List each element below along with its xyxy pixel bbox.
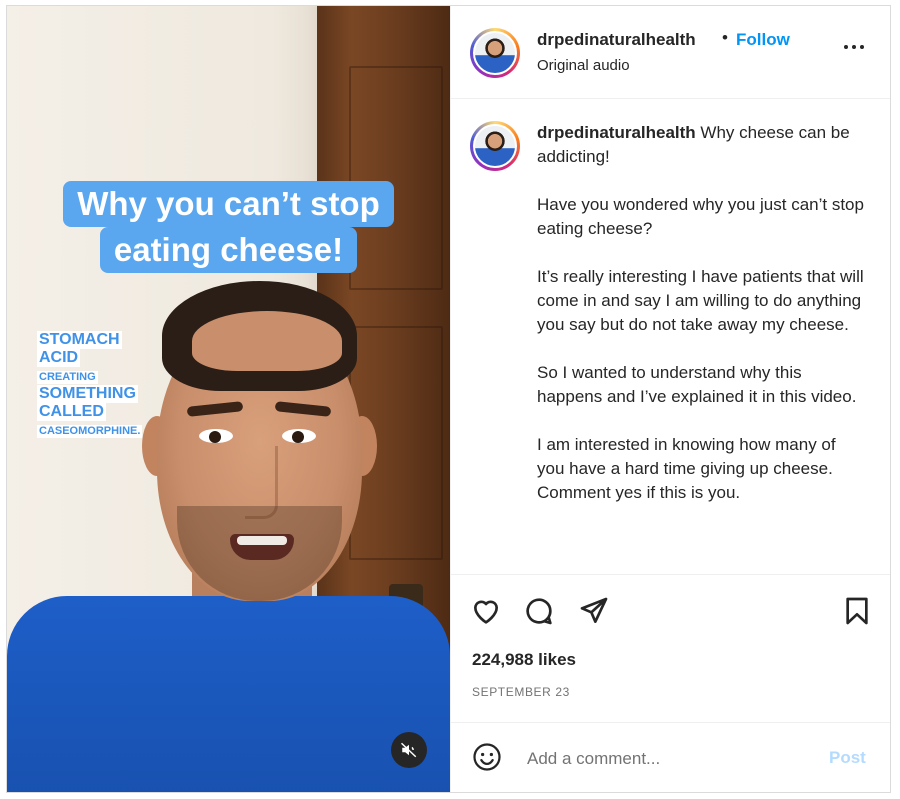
sticker-line-5: CALLED [37,403,106,421]
caption-username[interactable]: drpedinaturalhealth [537,123,696,142]
mute-button[interactable] [391,732,427,768]
sticker-line-6: CASEOMORPHINE. [37,425,143,438]
separator-dot: • [722,28,728,47]
caption-paragraph: I am interested in knowing how many of y… [537,435,836,502]
teeth [237,536,287,545]
heart-icon[interactable] [470,595,504,629]
comment-bar: Post [451,722,890,792]
caption-paragraph: It’s really interesting I have patients … [537,267,864,334]
likes-count[interactable]: 224,988 likes [472,650,576,670]
caption-paragraph: So I wanted to understand why this happe… [537,363,857,406]
forehead [192,311,342,371]
scrubs-shirt [7,596,450,792]
header-username[interactable]: drpedinaturalhealth [537,30,696,50]
text-sticker: STOMACH ACID CREATING SOMETHING CALLED C… [37,331,157,439]
video-caption-overlay: Why you can’t stop eating cheese! [7,181,450,273]
video-caption-line-2: eating cheese! [99,227,358,273]
avatar[interactable] [470,28,520,78]
sticker-line-4: SOMETHING [37,385,138,403]
post-header: drpedinaturalhealth • Follow Original au… [451,6,890,99]
post-sidebar: drpedinaturalhealth • Follow Original au… [450,6,890,792]
comment-icon[interactable] [523,595,557,629]
video-player[interactable]: Why you can’t stop eating cheese! STOMAC… [7,6,450,792]
share-icon[interactable] [578,595,612,629]
caption-avatar[interactable] [470,121,520,171]
more-options-icon[interactable] [844,40,866,54]
bookmark-icon[interactable] [841,595,875,629]
sticker-line-1: STOMACH [37,331,122,349]
emoji-icon[interactable] [472,742,504,774]
caption-area: drpedinaturalhealth Why cheese can be ad… [451,99,890,574]
right-eye [282,429,316,443]
caption-text: drpedinaturalhealth Why cheese can be ad… [537,121,867,529]
speaker-muted-icon [400,742,417,758]
action-bar: 224,988 likes SEPTEMBER 23 [451,574,890,723]
comment-input[interactable] [525,746,809,772]
caption-paragraph: Have you wondered why you just can’t sto… [537,195,864,238]
follow-button[interactable]: Follow [736,30,790,50]
post-dialog: Why you can’t stop eating cheese! STOMAC… [6,5,891,793]
post-date[interactable]: SEPTEMBER 23 [472,685,570,699]
video-caption-line-1: Why you can’t stop [63,181,394,227]
sticker-line-2: ACID [37,349,81,367]
post-comment-button[interactable]: Post [829,748,866,768]
left-eye [199,429,233,443]
sticker-line-3: CREATING [37,371,98,384]
audio-label[interactable]: Original audio [537,57,630,74]
